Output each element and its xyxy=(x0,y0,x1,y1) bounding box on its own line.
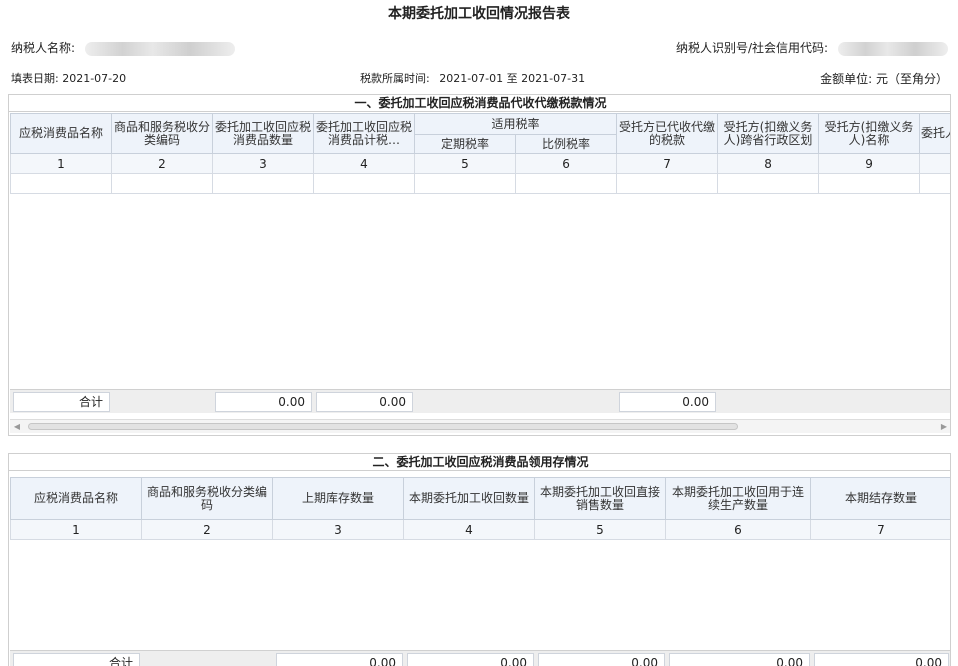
report-title: 本期委托加工收回情况报告表 xyxy=(388,6,570,22)
data-cell[interactable] xyxy=(514,173,618,194)
taxpayer-name-row: 纳税人名称: xyxy=(11,39,235,56)
taxpayer-id-redacted xyxy=(837,41,948,56)
column-number: 4 xyxy=(313,153,415,174)
horizontal-scrollbar[interactable]: ◀ ▶ xyxy=(10,419,950,434)
taxpayer-id-row: 纳税人识别号/社会信用代码: xyxy=(676,39,948,56)
taxpayer-id-label: 纳税人识别号/社会信用代码: xyxy=(676,41,829,55)
column-number: 6 xyxy=(665,519,811,540)
total-taxable-base: 0.00 xyxy=(316,392,413,412)
section-2-panel: 二、委托加工收回应税消费品领用存情况 应税消费品名称 商品和服务税收分类编码 上… xyxy=(8,453,951,666)
data-cell[interactable] xyxy=(919,173,950,194)
section-2-empty-area xyxy=(10,541,950,651)
section-1-empty-area xyxy=(10,194,950,388)
header-trustee-region: 受托方(扣缴义务人)跨省行政区划 xyxy=(717,113,820,154)
data-cell[interactable] xyxy=(414,173,516,194)
total-recovered-quantity: 0.00 xyxy=(407,653,534,666)
tax-period-value: 2021-07-01 至 2021-07-31 xyxy=(439,72,586,85)
section-1-title: 一、委托加工收回应税消费品代收代缴税款情况 xyxy=(9,95,950,112)
header-direct-sales-quantity: 本期委托加工收回直接销售数量 xyxy=(534,477,666,520)
column-number: 1 xyxy=(10,519,142,540)
column-number: 9 xyxy=(818,153,921,174)
scrollbar-thumb[interactable] xyxy=(28,423,738,430)
header-tax-category-code: 商品和服务税收分类编码 xyxy=(141,477,273,520)
total-withheld-tax: 0.00 xyxy=(619,392,716,412)
column-number: 2 xyxy=(141,519,273,540)
header-fixed-rate: 定期税率 xyxy=(414,134,516,154)
data-cell[interactable] xyxy=(10,173,112,194)
header-trustee-name: 受托方(扣缴义务人)名称 xyxy=(818,113,921,154)
header-recovered-quantity: 委托加工收回应税消费品数量 xyxy=(212,113,314,154)
column-number xyxy=(919,153,950,174)
scroll-right-arrow-icon[interactable]: ▶ xyxy=(937,420,950,434)
total-label: 合计 xyxy=(13,392,110,412)
taxpayer-name-label: 纳税人名称: xyxy=(11,41,76,55)
column-number: 3 xyxy=(272,519,404,540)
tax-period-label: 税款所属时间: xyxy=(360,72,430,85)
data-cell[interactable] xyxy=(212,173,314,194)
section-1-table: 应税消费品名称 商品和服务税收分类编码 委托加工收回应税消费品数量 委托加工收回… xyxy=(10,113,950,194)
header-recovered-quantity: 本期委托加工收回数量 xyxy=(403,477,535,520)
section-2-table: 应税消费品名称 商品和服务税收分类编码 上期库存数量 本期委托加工收回数量 本期… xyxy=(10,477,950,540)
data-cell[interactable] xyxy=(111,173,213,194)
scroll-left-arrow-icon[interactable]: ◀ xyxy=(10,420,24,434)
section-1-total-row: 合计 0.00 0.00 0.00 xyxy=(10,389,950,413)
column-number: 4 xyxy=(403,519,535,540)
header-trustee-truncated: 委托人 xyxy=(919,113,950,154)
column-number: 5 xyxy=(534,519,666,540)
header-previous-stock: 上期库存数量 xyxy=(272,477,404,520)
section-1-panel: 一、委托加工收回应税消费品代收代缴税款情况 应税消费品名称 商品和服务税收分类编… xyxy=(8,94,951,436)
header-withheld-tax: 受托方已代收代缴的税款 xyxy=(616,113,719,154)
header-continued-production-quantity: 本期委托加工收回用于连续生产数量 xyxy=(665,477,811,520)
column-number: 3 xyxy=(212,153,314,174)
header-proportional-rate: 比例税率 xyxy=(514,134,618,154)
taxpayer-name-redacted xyxy=(84,41,235,56)
total-ending-stock: 0.00 xyxy=(814,653,949,666)
tax-period: 税款所属时间: 2021-07-01 至 2021-07-31 xyxy=(360,70,585,86)
column-number: 1 xyxy=(10,153,112,174)
header-applicable-rate: 适用税率 xyxy=(413,113,618,135)
header-ending-stock: 本期结存数量 xyxy=(810,477,950,520)
fill-date: 填表日期: 2021-07-20 xyxy=(11,72,127,85)
data-cell[interactable] xyxy=(313,173,415,194)
data-cell[interactable] xyxy=(818,173,921,194)
total-previous-stock: 0.00 xyxy=(276,653,403,666)
section-2-title: 二、委托加工收回应税消费品领用存情况 xyxy=(9,454,950,471)
total-label: 合计 xyxy=(13,653,140,666)
total-recovered-quantity: 0.00 xyxy=(215,392,312,412)
column-number: 7 xyxy=(810,519,950,540)
column-number: 7 xyxy=(616,153,719,174)
data-cell[interactable] xyxy=(717,173,820,194)
header-taxable-product-name: 应税消费品名称 xyxy=(10,113,112,154)
header-taxable-product-name: 应税消费品名称 xyxy=(10,477,142,520)
total-continued-production: 0.00 xyxy=(669,653,810,666)
column-number: 5 xyxy=(414,153,516,174)
column-number: 2 xyxy=(111,153,213,174)
section-2-total-row: 合计 0.00 0.00 0.00 0.00 0.00 xyxy=(10,650,950,666)
total-direct-sales: 0.00 xyxy=(538,653,665,666)
header-tax-category-code: 商品和服务税收分类编码 xyxy=(111,113,213,154)
header-taxable-base: 委托加工收回应税消费品计税… xyxy=(313,113,415,154)
amount-unit: 金额单位: 元（至角分） xyxy=(820,72,948,86)
column-number: 8 xyxy=(717,153,820,174)
column-number: 6 xyxy=(514,153,618,174)
data-cell[interactable] xyxy=(616,173,719,194)
